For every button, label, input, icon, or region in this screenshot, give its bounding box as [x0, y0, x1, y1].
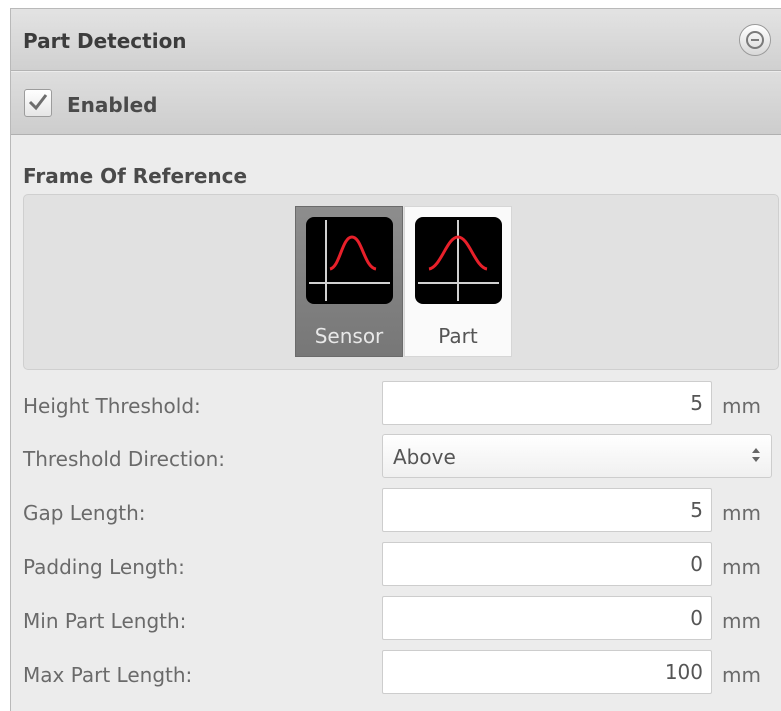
sensor-profile-icon: [306, 217, 393, 304]
minus-icon: [746, 31, 764, 49]
threshold-direction-label: Threshold Direction:: [23, 447, 226, 471]
enabled-label: Enabled: [67, 93, 158, 117]
padding-length-input[interactable]: [382, 542, 712, 586]
gap-length-label: Gap Length:: [23, 501, 146, 525]
threshold-direction-select[interactable]: Above: [382, 434, 772, 478]
padding-length-unit: mm: [722, 555, 761, 579]
min-part-length-unit: mm: [722, 609, 761, 633]
checkmark-icon: [28, 94, 48, 111]
height-threshold-input[interactable]: [382, 381, 712, 425]
panel-header: Part Detection: [11, 9, 781, 71]
select-arrows-icon: [752, 448, 760, 462]
height-threshold-label: Height Threshold:: [23, 394, 201, 418]
collapse-button[interactable]: [739, 24, 771, 56]
gap-length-input[interactable]: [382, 488, 712, 532]
height-threshold-unit: mm: [722, 394, 761, 418]
padding-length-label: Padding Length:: [23, 555, 185, 579]
part-reference-button[interactable]: Part: [404, 206, 512, 357]
part-detection-panel: Part Detection Enabled Frame Of Referenc…: [10, 8, 781, 711]
sensor-label: Sensor: [314, 324, 384, 348]
panel-title: Part Detection: [23, 29, 187, 53]
frame-of-reference-selector: Sensor Part: [23, 194, 779, 370]
max-part-length-label: Max Part Length:: [23, 663, 193, 687]
enabled-checkbox[interactable]: [24, 89, 52, 117]
part-label: Part: [438, 324, 478, 348]
min-part-length-input[interactable]: [382, 596, 712, 640]
min-part-length-label: Min Part Length:: [23, 609, 187, 633]
max-part-length-input[interactable]: [382, 650, 712, 694]
frame-of-reference-title: Frame Of Reference: [23, 164, 248, 188]
gap-length-unit: mm: [722, 501, 761, 525]
max-part-length-unit: mm: [722, 663, 761, 687]
part-profile-icon: [415, 217, 502, 304]
enabled-row: Enabled: [11, 72, 781, 135]
sensor-reference-button[interactable]: Sensor: [295, 206, 403, 357]
threshold-direction-value: Above: [393, 445, 456, 469]
